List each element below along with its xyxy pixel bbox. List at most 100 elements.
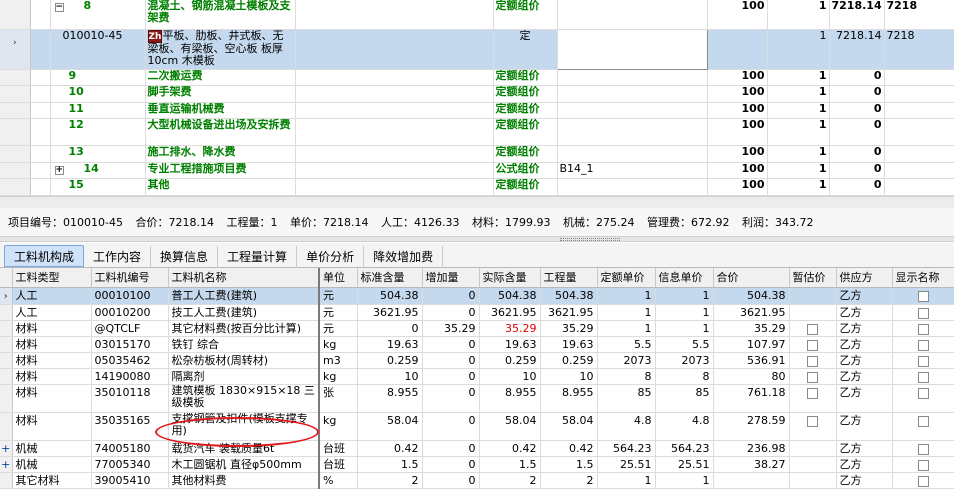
material-qty[interactable]: 3621.95 xyxy=(540,304,598,321)
row-rate[interactable]: 100 xyxy=(707,145,768,163)
material-add-amount[interactable]: 0 xyxy=(422,456,480,473)
estimate-checkbox[interactable] xyxy=(807,323,818,335)
row-code[interactable]: 10 xyxy=(50,85,146,103)
row-total[interactable] xyxy=(884,69,954,87)
row-header[interactable] xyxy=(0,102,31,120)
material-display-name[interactable] xyxy=(892,336,954,353)
measure-row[interactable]: 10 脚手架费 定额组价 100 1 0 xyxy=(0,85,954,103)
row-qty[interactable]: 1 xyxy=(767,118,830,147)
row-unit-price[interactable]: 0 xyxy=(829,145,885,163)
row-total[interactable]: 7218 xyxy=(884,29,954,70)
row-header[interactable] xyxy=(0,472,13,489)
row-total[interactable] xyxy=(884,178,954,196)
material-quota-price[interactable]: 1 xyxy=(597,304,656,321)
row-header[interactable] xyxy=(0,0,31,31)
col-std-amount[interactable]: 标准含量 xyxy=(357,268,423,288)
material-estimate[interactable] xyxy=(789,320,837,337)
row-header[interactable] xyxy=(0,384,13,413)
material-display-name[interactable] xyxy=(892,412,954,441)
material-supplier[interactable]: 乙方 xyxy=(836,336,893,353)
row-code[interactable]: 15 xyxy=(50,178,146,196)
material-qty[interactable]: 8.955 xyxy=(540,384,598,413)
col-unit[interactable]: 单位 xyxy=(319,268,358,288)
material-unit[interactable]: kg xyxy=(319,412,358,441)
material-unit[interactable]: 元 xyxy=(319,304,358,321)
material-display-name[interactable] xyxy=(892,472,954,489)
row-header[interactable] xyxy=(0,118,31,147)
row-unit-price[interactable]: 0 xyxy=(829,102,885,120)
material-total[interactable]: 107.97 xyxy=(713,336,790,353)
material-actual-amount[interactable]: 3621.95 xyxy=(479,304,541,321)
row-qty[interactable]: 1 xyxy=(767,145,830,163)
material-info-price[interactable]: 5.5 xyxy=(655,336,714,353)
measure-row[interactable]: 11 垂直运输机械费 定额组价 100 1 0 xyxy=(0,102,954,120)
row-formula[interactable] xyxy=(557,118,708,147)
display-name-checkbox[interactable] xyxy=(917,443,929,455)
row-unit-price[interactable]: 0 xyxy=(829,162,885,180)
row-qty[interactable]: 1 xyxy=(767,69,830,87)
material-actual-amount[interactable]: 58.04 xyxy=(479,412,541,441)
material-add-amount[interactable]: 0 xyxy=(422,440,480,457)
display-name-checkbox[interactable] xyxy=(917,459,929,471)
material-unit[interactable]: 张 xyxy=(319,384,358,413)
col-name[interactable]: 工料机名称 xyxy=(168,268,320,288)
row-qty[interactable]: 1 xyxy=(767,0,830,31)
row-name[interactable]: Zh平板、肋板、井式板、无梁板、有梁板、空心板 板厚10cm 木模板 xyxy=(145,29,296,70)
material-kind[interactable]: 机械 xyxy=(12,456,92,473)
row-type[interactable]: 定额组价 xyxy=(493,69,558,87)
material-info-price[interactable]: 85 xyxy=(655,384,714,413)
col-quota-price[interactable]: 定额单价 xyxy=(597,268,656,288)
material-kind[interactable]: 材料 xyxy=(12,320,92,337)
row-type[interactable]: 定额组价 xyxy=(493,85,558,103)
measure-row[interactable]: 13 施工排水、降水费 定额组价 100 1 0 xyxy=(0,145,954,163)
material-name[interactable]: 建筑模板 1830×915×18 三级模板 xyxy=(168,384,320,413)
row-spec[interactable] xyxy=(295,178,494,196)
material-quota-price[interactable]: 25.51 xyxy=(597,456,656,473)
material-info-price[interactable]: 25.51 xyxy=(655,456,714,473)
row-name[interactable]: 施工排水、降水费 xyxy=(145,145,296,163)
material-unit[interactable]: kg xyxy=(319,368,358,385)
material-code[interactable]: 77005340 xyxy=(91,456,169,473)
material-unit[interactable]: 台班 xyxy=(319,456,358,473)
material-code[interactable]: 39005410 xyxy=(91,472,169,489)
material-actual-amount[interactable]: 19.63 xyxy=(479,336,541,353)
material-add-amount[interactable]: 0 xyxy=(422,304,480,321)
material-kind[interactable]: 材料 xyxy=(12,368,92,385)
row-header[interactable]: › xyxy=(0,29,31,70)
material-supplier[interactable]: 乙方 xyxy=(836,472,893,489)
material-total[interactable]: 236.98 xyxy=(713,440,790,457)
material-display-name[interactable] xyxy=(892,304,954,321)
material-std-amount[interactable]: 10 xyxy=(357,368,423,385)
row-total[interactable] xyxy=(884,145,954,163)
material-row[interactable]: 材料 03015170 铁钉 综合 kg 19.63 0 19.63 19.63 5.5 5.5 1… xyxy=(0,336,954,353)
row-spec[interactable] xyxy=(295,0,494,31)
row-total[interactable] xyxy=(884,118,954,147)
row-formula[interactable]: B14_1 xyxy=(557,162,708,180)
material-info-price[interactable]: 564.23 xyxy=(655,440,714,457)
material-std-amount[interactable]: 0.42 xyxy=(357,440,423,457)
material-info-price[interactable]: 1 xyxy=(655,320,714,337)
row-header[interactable]: + xyxy=(0,456,13,473)
material-qty[interactable]: 58.04 xyxy=(540,412,598,441)
display-name-checkbox[interactable] xyxy=(917,475,929,487)
material-display-name[interactable] xyxy=(892,368,954,385)
estimate-checkbox[interactable] xyxy=(807,387,818,399)
material-estimate[interactable] xyxy=(789,384,837,413)
row-header[interactable]: + xyxy=(0,440,13,457)
material-row[interactable]: 材料 35010118 建筑模板 1830×915×18 三级模板张 8.955 0 8.… xyxy=(0,384,954,413)
row-qty[interactable]: 1 xyxy=(767,29,830,70)
material-display-name[interactable] xyxy=(892,287,954,305)
material-std-amount[interactable]: 0.259 xyxy=(357,352,423,369)
row-formula[interactable] xyxy=(557,145,708,163)
material-add-amount[interactable]: 0 xyxy=(422,352,480,369)
material-add-amount[interactable]: 0 xyxy=(422,368,480,385)
row-formula[interactable] xyxy=(557,85,708,103)
col-actual-amount[interactable]: 实际含量 xyxy=(479,268,541,288)
material-estimate[interactable] xyxy=(789,287,837,305)
row-rate[interactable] xyxy=(707,29,768,70)
material-std-amount[interactable]: 2 xyxy=(357,472,423,489)
material-quota-price[interactable]: 5.5 xyxy=(597,336,656,353)
material-total[interactable]: 80 xyxy=(713,368,790,385)
tab-efficiency-surcharge[interactable]: 降效增加费 xyxy=(364,246,444,268)
display-name-checkbox[interactable] xyxy=(917,307,929,319)
